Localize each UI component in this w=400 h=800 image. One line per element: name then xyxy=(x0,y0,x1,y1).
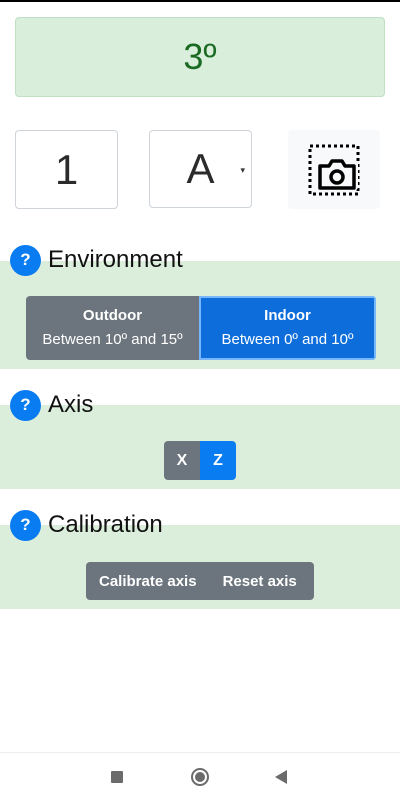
number-selector[interactable]: 1 xyxy=(15,130,118,209)
indoor-button[interactable]: Indoor Between 0º and 10º xyxy=(199,296,376,360)
letter-dropdown[interactable]: A ▾ xyxy=(149,130,252,208)
axis-z-button[interactable]: Z xyxy=(200,441,236,480)
axis-help-button[interactable]: ? xyxy=(10,389,41,421)
axis-x-button[interactable]: X xyxy=(164,441,200,480)
back-icon[interactable] xyxy=(275,770,287,784)
outdoor-range: Between 10º and 15º xyxy=(42,331,183,348)
system-navigation-bar xyxy=(0,752,400,800)
screenshot-camera-icon xyxy=(308,144,360,195)
calibration-help-button[interactable]: ? xyxy=(10,509,41,541)
top-border xyxy=(0,0,400,2)
calibration-title: Calibration xyxy=(48,511,163,538)
calibrate-axis-button[interactable]: Calibrate axis xyxy=(86,562,210,600)
calibration-buttons: Calibrate axis Reset axis xyxy=(86,562,314,600)
indoor-range: Between 0º and 10º xyxy=(221,331,354,348)
letter-value: A xyxy=(186,145,215,192)
reset-axis-button[interactable]: Reset axis xyxy=(210,562,310,600)
outdoor-button[interactable]: Outdoor Between 10º and 15º xyxy=(26,296,199,360)
angle-reading-display: 3º xyxy=(15,17,385,97)
environment-help-button[interactable]: ? xyxy=(10,244,41,276)
axis-header: ? Axis xyxy=(10,389,93,421)
indoor-label: Indoor xyxy=(264,307,311,324)
angle-reading-value: 3º xyxy=(183,36,217,77)
environment-title: Environment xyxy=(48,246,183,273)
screenshot-button[interactable] xyxy=(288,130,380,209)
environment-header: ? Environment xyxy=(10,244,183,276)
home-icon[interactable] xyxy=(191,768,209,786)
number-value: 1 xyxy=(54,145,79,193)
question-mark-icon: ? xyxy=(20,395,31,414)
question-mark-icon: ? xyxy=(20,515,31,534)
axis-z-label: Z xyxy=(213,451,223,469)
dropdown-caret-icon: ▾ xyxy=(240,165,245,175)
axis-toggle: X Z xyxy=(164,441,236,480)
axis-title: Axis xyxy=(48,391,94,418)
recent-apps-icon[interactable] xyxy=(111,771,123,783)
axis-x-label: X xyxy=(176,451,188,469)
outdoor-label: Outdoor xyxy=(82,307,143,324)
question-mark-icon: ? xyxy=(20,250,31,269)
environment-toggle: Outdoor Between 10º and 15º Indoor Betwe… xyxy=(26,296,376,360)
calibration-header: ? Calibration xyxy=(10,509,163,541)
